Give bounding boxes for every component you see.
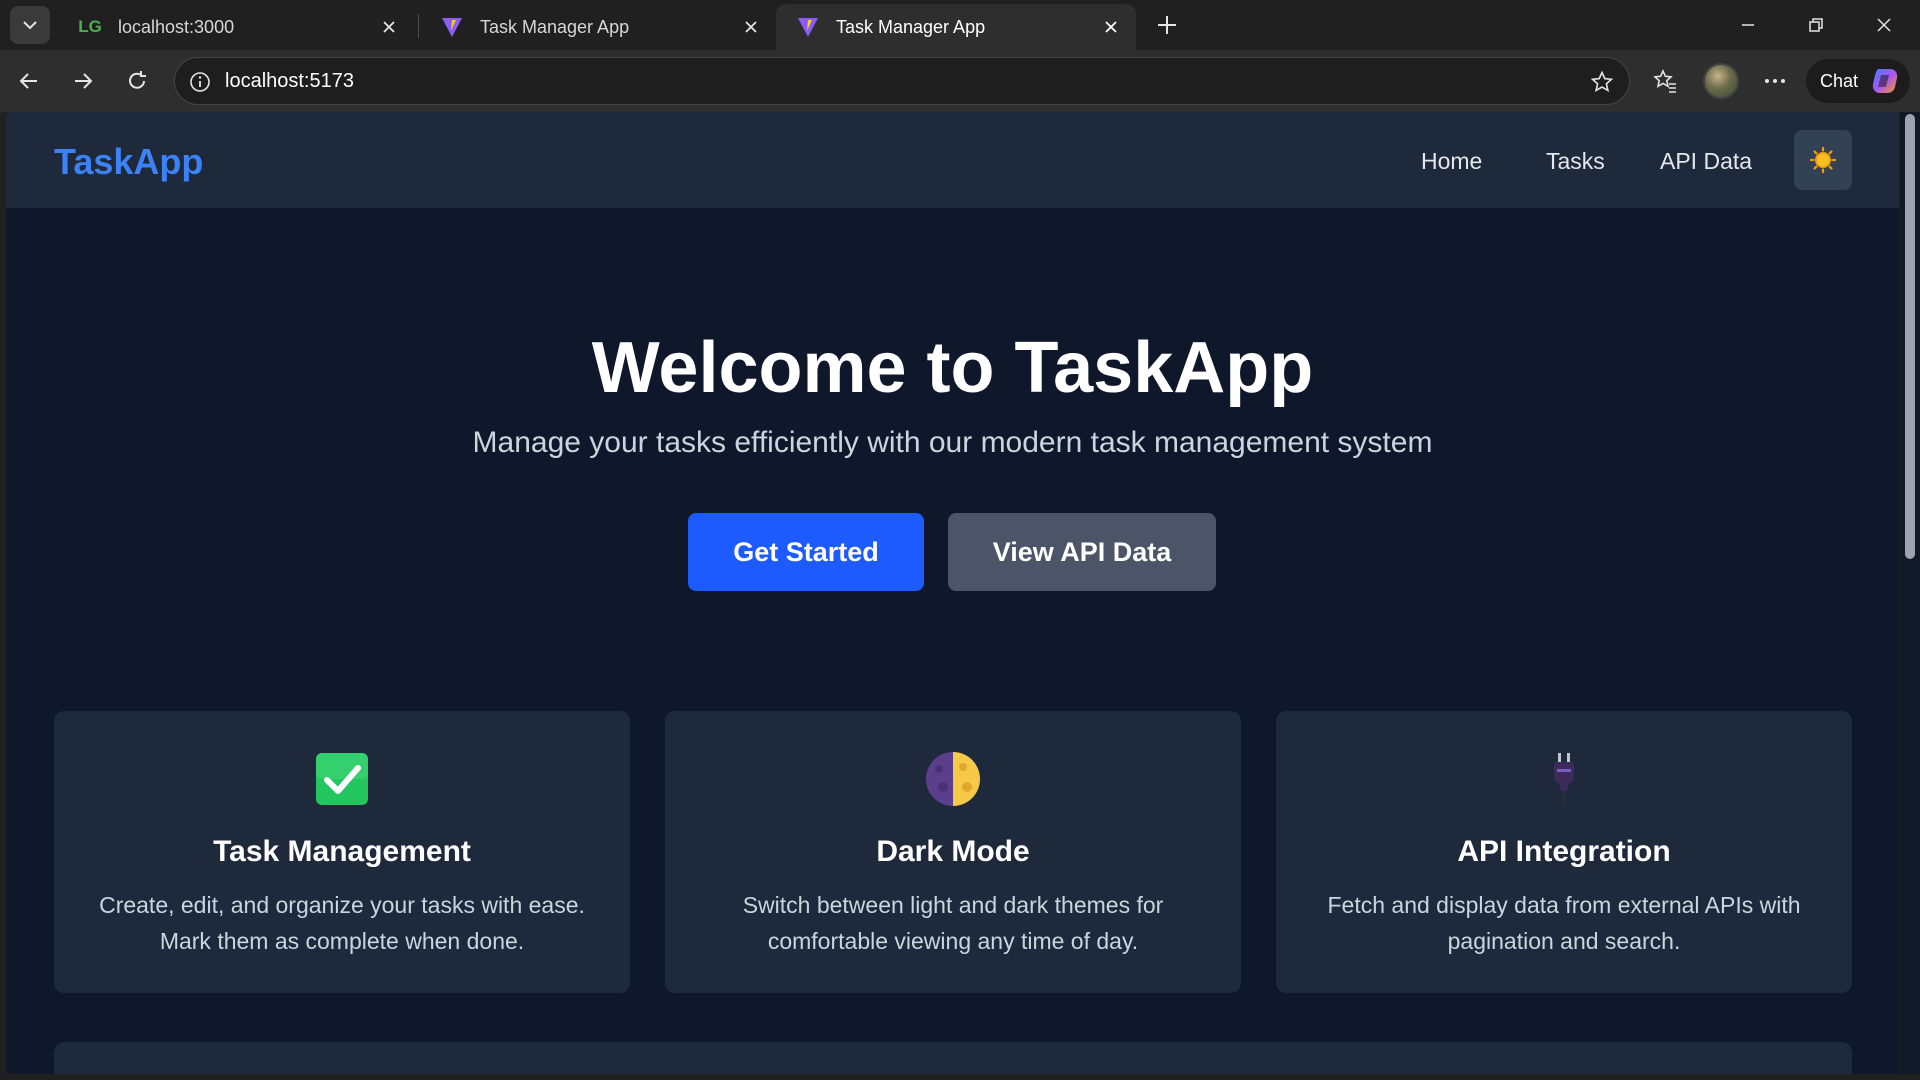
close-window-button[interactable] <box>1856 6 1912 44</box>
hero-title: Welcome to TaskApp <box>591 328 1314 408</box>
feature-title: Dark Mode <box>876 835 1030 868</box>
close-icon <box>1877 18 1891 32</box>
refresh-icon <box>129 71 146 89</box>
minimize-icon <box>1742 24 1754 26</box>
hero-subtitle: Manage your tasks efficiently with our m… <box>472 426 1433 459</box>
favorites-icon <box>1653 69 1676 93</box>
info-icon[interactable] <box>187 69 213 95</box>
back-button[interactable] <box>10 62 48 100</box>
vite-icon <box>440 15 464 39</box>
tab-task-manager-1[interactable]: Task Manager App <box>420 4 776 50</box>
feature-title: Task Management <box>213 835 471 868</box>
chat-button[interactable]: Chat <box>1806 59 1910 103</box>
theme-toggle-button[interactable] <box>1794 130 1852 190</box>
nav-api-data-link[interactable]: API Data <box>1660 148 1752 175</box>
tab-separator <box>418 14 419 38</box>
window-bottom-edge <box>0 1074 1920 1080</box>
browser-toolbar: localhost:5173 <box>0 50 1920 112</box>
get-started-button[interactable]: Get Started <box>688 513 924 591</box>
feature-card-dark-mode: Dark Mode Switch between light and dark … <box>665 711 1241 993</box>
nav-tasks-link[interactable]: Tasks <box>1546 148 1605 175</box>
close-icon[interactable] <box>740 16 762 38</box>
vite-icon <box>796 15 820 39</box>
arrow-left-icon <box>19 73 37 89</box>
plug-icon <box>1276 751 1852 807</box>
tab-title: Task Manager App <box>836 16 986 37</box>
app-navbar: TaskApp Home Tasks API Data <box>6 112 1899 208</box>
copilot-icon <box>1872 69 1898 93</box>
more-horizontal-icon <box>1765 79 1785 83</box>
view-api-data-button[interactable]: View API Data <box>948 513 1216 591</box>
feature-title: API Integration <box>1457 835 1671 868</box>
feature-description: Create, edit, and organize your tasks wi… <box>99 892 585 954</box>
address-text[interactable]: localhost:5173 <box>225 70 354 93</box>
arrow-right-icon <box>75 73 93 89</box>
lower-section-panel <box>54 1042 1852 1074</box>
restore-button[interactable] <box>1788 6 1844 44</box>
reload-button[interactable] <box>118 62 156 100</box>
feature-description: Fetch and display data from external API… <box>1327 892 1801 954</box>
chevron-down-icon <box>23 21 37 30</box>
profile-avatar[interactable] <box>1703 63 1739 99</box>
checkmark-icon <box>54 751 630 807</box>
address-bar[interactable]: localhost:5173 <box>174 57 1630 105</box>
minimize-button[interactable] <box>1720 6 1776 44</box>
forward-button[interactable] <box>64 62 102 100</box>
close-icon[interactable] <box>378 16 400 38</box>
feature-description: Switch between light and dark themes for… <box>742 892 1164 954</box>
brand-logo[interactable]: TaskApp <box>54 141 203 183</box>
new-tab-button[interactable] <box>1150 8 1184 42</box>
favorites-button[interactable] <box>1646 62 1684 100</box>
nav-home-link[interactable]: Home <box>1421 148 1482 175</box>
tab-task-manager-active[interactable]: Task Manager App <box>776 4 1136 50</box>
close-icon[interactable] <box>1100 16 1122 38</box>
tab-title: Task Manager App <box>480 16 630 37</box>
sun-icon <box>1809 146 1837 174</box>
restore-icon <box>1809 18 1823 32</box>
more-options-button[interactable] <box>1756 62 1794 100</box>
tab-localhost-3000[interactable]: LG localhost:3000 <box>58 4 414 50</box>
chat-label: Chat <box>1820 70 1859 91</box>
tab-strip: LG localhost:3000 Task Manager App Task … <box>0 0 1920 50</box>
tab-actions-menu-button[interactable] <box>10 6 50 44</box>
page-scrollbar[interactable] <box>1900 112 1920 1074</box>
lg-favicon-icon: LG <box>78 17 102 36</box>
feature-card-api-integration: API Integration Fetch and display data f… <box>1276 711 1852 993</box>
tab-title: localhost:3000 <box>118 16 235 37</box>
feature-card-task-management: Task Management Create, edit, and organi… <box>54 711 630 993</box>
plus-icon <box>1158 16 1176 34</box>
star-icon[interactable] <box>1589 69 1615 95</box>
moon-icon <box>665 751 1241 807</box>
page-viewport: TaskApp Home Tasks API Data Welcome to T… <box>6 112 1899 1074</box>
scrollbar-thumb[interactable] <box>1905 114 1915 559</box>
